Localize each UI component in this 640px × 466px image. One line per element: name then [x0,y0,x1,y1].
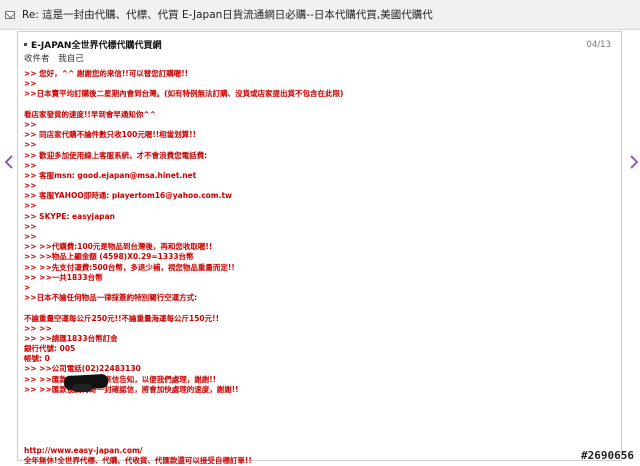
message-body-line: >> [24,119,37,129]
image-watermark: #2690656 [581,449,634,462]
message-body-line: >> >>公司電話(02)22483130 [24,364,141,374]
message-body-line: >> >>一共1833台幣 [24,272,103,282]
next-message-button[interactable] [627,155,640,169]
recipient-row: 收件者 我自己 [24,52,90,64]
message-body-line [24,395,614,405]
message-body-line: >> [24,140,37,150]
message-body: >> 您好，^^ 謝謝您的來信!!可以替您訂購喔!! >> >>日本賣平均訂購後二星… [24,69,614,466]
message-body-line [24,415,614,425]
message-body-line: >> [24,201,37,211]
message-body-line: >>日本不論任何物品一律採簽約特別關行空運方式: [24,293,198,303]
recipient-label: 收件者 [24,54,50,64]
previous-message-button[interactable] [2,155,16,169]
message-body-line: >> [24,79,37,89]
message-body-line [24,100,614,110]
message-body-line [24,436,614,446]
message-body-line: >> SKYPE: easyjapan [24,211,115,221]
message-panel: E-JAPAN全世界代標代購代買網 收件者 我自己 04/13 >> 您好，^^… [17,31,622,465]
mail-icon [5,10,15,19]
message-body-line: >> >>請匯1833台幣訂金 [24,333,118,343]
message-body-line: >> 您好，^^ 謝謝您的來信!!可以替您訂購喔!! [24,69,189,78]
message-subject: Re: 這是一封由代購、代標、代買 E-Japan日貨流通網日必購--日本代購代… [22,9,433,21]
message-body-line[interactable]: http://www.easy-japan.com/ [24,446,614,456]
message-body-line: 不論重量空運每公斤250元!!不論重量海運每公斤150元!! [24,313,219,323]
message-body-line [24,303,614,313]
message-body-line: >> 客服YAHOO即時通: playertom16@yahoo.com.tw [24,191,232,201]
message-body-line: 帳號: 0 [24,354,50,364]
chevron-left-icon [4,155,13,169]
message-body-line: >> [24,232,37,241]
message-body-line: >> >>匯款後請再寄一封確認信，將會加快處理的速度，謝謝!! [24,384,239,394]
message-body-line: 銀行代號: 005 [24,344,76,354]
chevron-right-icon [630,155,639,169]
message-body-line: > [24,282,31,292]
message-body-line: >> 歡迎多加使用線上客服系統，才不會浪費您電話費: [24,150,208,160]
recipient-value[interactable]: 我自己 [58,54,84,64]
message-body-line [24,426,614,436]
sender-marker [24,43,27,46]
message-body-line: >> >>匯款後請來電或來信告知，以便我們處理，謝謝!! [24,374,217,384]
redaction-mark [72,384,92,392]
message-body-line: >> 同店家代購不論件數只收100元喔!!相當划算!! [24,130,197,140]
message-body-line: >> [24,221,37,231]
message-body-line: 全年無休!全世界代標、代購、代收貨、代匯款還可以接受自標訂單!! [24,456,252,466]
message-body-line: >> >>代購費:100元是物品到台灣後，再和您收取喔!! [24,242,213,252]
sender-name[interactable]: E-JAPAN全世界代標代購代買網 [31,38,161,51]
message-date: 04/13 [586,40,612,50]
message-body-line: 看店家發貨的速度!!早到會早通知你^^ [24,109,156,119]
message-body-line: >> [24,160,37,170]
message-titlebar: Re: 這是一封由代購、代標、代買 E-Japan日貨流通網日必購--日本代購代… [0,0,640,30]
message-body-line [24,405,614,415]
message-body-line: >> 客服msn: good.ejapan@msa.hinet.net [24,170,197,180]
message-body-line: >>日本賣平均訂購後二星期內會到台灣。(如有特例無法訂購、沒貨或店家提出貨不包含… [24,89,344,99]
message-body-line: >> >>物品上顯金額 (4598)X0.29=1333台幣 [24,252,194,262]
message-body-line: >> >> [24,323,52,333]
message-body-line: >> [24,181,37,191]
sender-row: E-JAPAN全世界代標代購代買網 [24,38,161,51]
message-body-line: >> >>先支付運費:500台幣，多退少補，視您物品重量而定!! [24,262,235,272]
